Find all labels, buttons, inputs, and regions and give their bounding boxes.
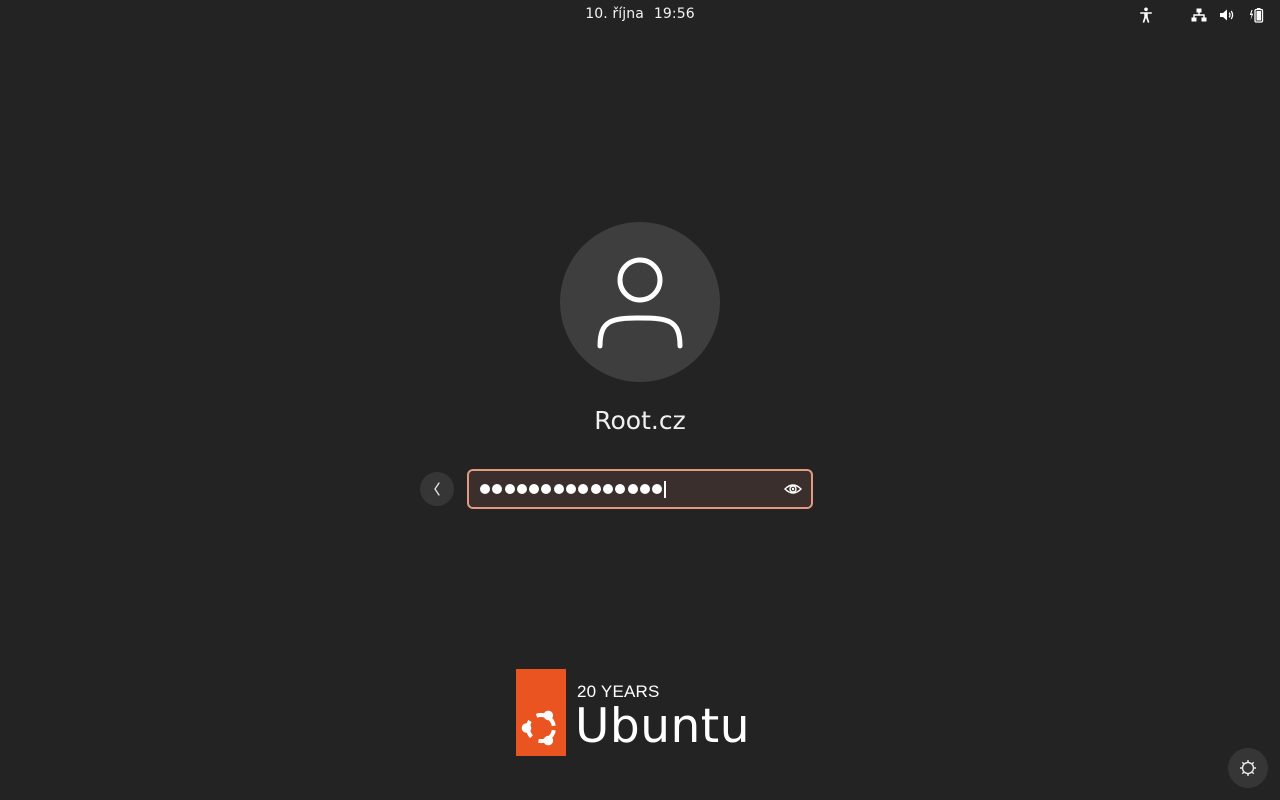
system-tray[interactable] <box>1136 5 1270 25</box>
password-dot <box>639 484 650 494</box>
time-label: 19:56 <box>653 6 695 22</box>
password-mask <box>480 479 667 499</box>
password-dot <box>615 484 626 494</box>
password-input[interactable] <box>467 469 813 509</box>
password-dot <box>492 484 503 494</box>
password-dot <box>566 484 577 494</box>
password-dot <box>652 484 663 494</box>
back-button[interactable] <box>420 472 454 506</box>
session-settings-button[interactable] <box>1228 748 1268 788</box>
eye-icon[interactable] <box>783 480 803 498</box>
password-dot <box>590 484 601 494</box>
password-dot <box>578 484 589 494</box>
logo-wordmark: Ubuntu <box>575 699 751 754</box>
password-dot <box>516 484 527 494</box>
username-label: Root.cz <box>594 406 686 435</box>
battery-icon[interactable] <box>1246 5 1266 25</box>
network-icon[interactable] <box>1189 5 1209 25</box>
password-dot <box>504 484 515 494</box>
login-screen: 10. října 19:56 Root.cz 20 YEARS Ubuntu <box>0 0 1280 800</box>
gear-icon <box>1240 760 1256 776</box>
date-label: 10. října <box>585 6 644 22</box>
password-dot <box>529 484 540 494</box>
password-dot <box>480 484 490 494</box>
circle-of-friends-icon <box>521 710 556 746</box>
text-caret <box>664 480 667 498</box>
password-dot <box>627 484 638 494</box>
ubuntu-20-years-logo: 20 YEARS Ubuntu <box>516 669 756 757</box>
ubuntu-logo-block <box>516 669 566 756</box>
accessibility-icon[interactable] <box>1136 5 1156 25</box>
password-dot <box>541 484 552 494</box>
volume-icon[interactable] <box>1217 5 1237 25</box>
chevron-left-icon <box>434 482 440 496</box>
password-dot <box>553 484 564 494</box>
topbar-clock[interactable]: 10. října 19:56 <box>0 6 1280 22</box>
password-dot <box>602 484 613 494</box>
user-avatar <box>560 222 720 382</box>
user-icon <box>597 257 683 349</box>
